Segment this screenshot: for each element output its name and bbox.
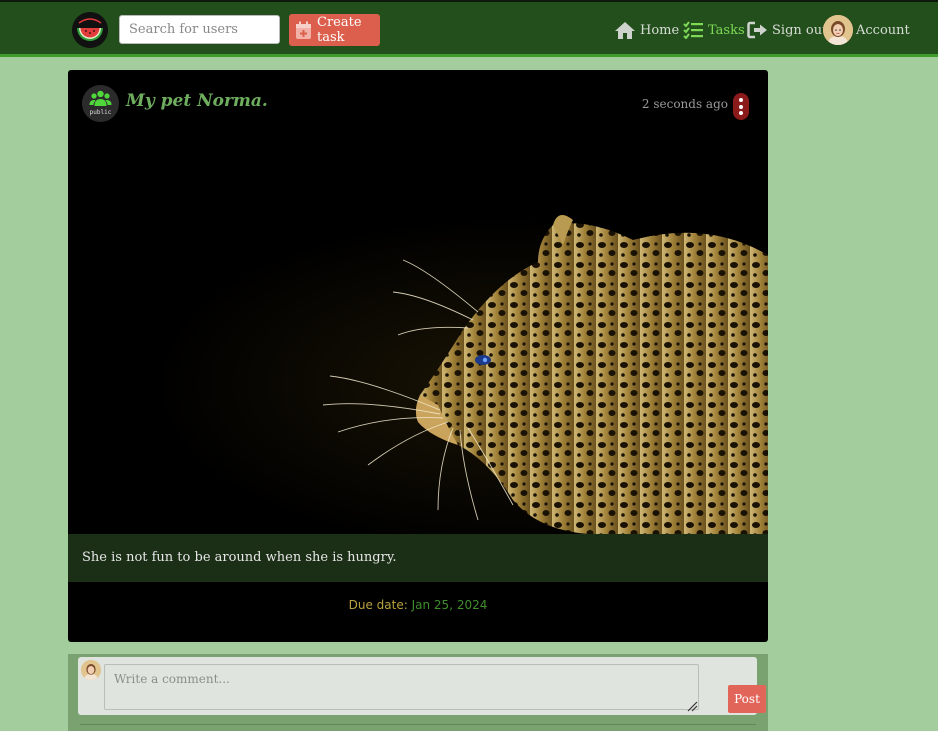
nav-home-label: Home	[640, 22, 680, 38]
task-card-header: public My pet Norma. 2 seconds ago	[68, 70, 768, 134]
post-image-leopard	[68, 200, 768, 534]
dot-icon	[739, 104, 743, 109]
caption-bar: She is not fun to be around when she is …	[68, 534, 768, 582]
post-timestamp: 2 seconds ago	[641, 97, 728, 111]
avatar	[823, 15, 853, 45]
comment-section: Post	[68, 654, 768, 731]
due-date-value: Jan 25, 2024	[411, 598, 488, 612]
resize-grip-icon[interactable]	[686, 697, 698, 712]
due-date-label: Due date:	[348, 598, 408, 612]
create-task-label: Create task	[317, 15, 362, 45]
post-title[interactable]: My pet Norma.	[126, 91, 268, 111]
nav-signout-label: Sign out	[772, 22, 828, 38]
sign-out-icon	[747, 21, 768, 39]
nav-home[interactable]: Home	[614, 14, 679, 46]
task-card: public My pet Norma. 2 seconds ago She i…	[68, 70, 768, 642]
dot-icon	[739, 98, 743, 102]
watermelon-logo-icon[interactable]	[72, 12, 108, 48]
calendar-plus-icon	[295, 21, 312, 40]
comment-input[interactable]	[104, 664, 699, 710]
due-date: Due date: Jan 25, 2024	[68, 598, 768, 612]
comment-form: Post	[78, 657, 766, 715]
more-options-button[interactable]	[733, 93, 749, 120]
home-icon	[614, 21, 636, 40]
post-caption: She is not fun to be around when she is …	[82, 550, 397, 565]
dot-icon	[739, 111, 743, 115]
public-badge-icon[interactable]: public	[82, 85, 119, 122]
public-badge-text: public	[90, 109, 112, 116]
nav-account[interactable]: Account	[823, 14, 910, 46]
nav-account-label: Account	[856, 22, 910, 38]
checklist-icon	[683, 21, 704, 39]
nav-signout[interactable]: Sign out	[747, 14, 827, 46]
divider	[80, 724, 756, 725]
create-task-button[interactable]: Create task	[289, 14, 380, 46]
navbar: Create task Home Tasks	[0, 2, 938, 57]
post-comment-button[interactable]: Post	[728, 685, 766, 713]
avatar	[81, 660, 101, 680]
nav-tasks[interactable]: Tasks	[683, 14, 745, 46]
nav-tasks-label: Tasks	[708, 22, 745, 38]
search-input[interactable]	[119, 15, 280, 44]
